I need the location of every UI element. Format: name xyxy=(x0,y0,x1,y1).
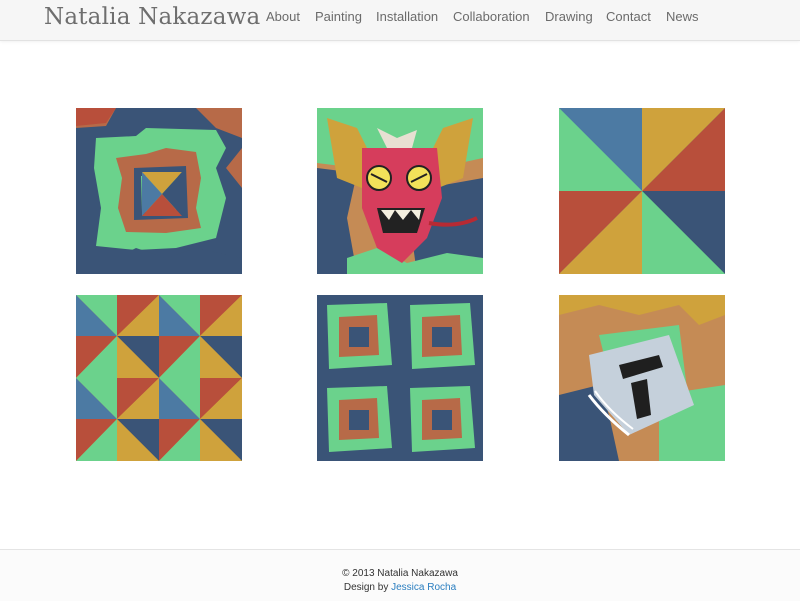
artwork-image-paper xyxy=(559,295,725,461)
nav-installation[interactable]: Installation xyxy=(376,0,438,34)
artwork-thumbnail-2[interactable] xyxy=(317,108,483,274)
artwork-thumbnail-4[interactable] xyxy=(76,295,242,461)
artwork-thumbnail-3[interactable] xyxy=(559,108,725,274)
site-footer: © 2013 Natalia Nakazawa Design by Jessic… xyxy=(0,549,800,601)
nav-contact[interactable]: Contact xyxy=(606,0,651,34)
designer-link[interactable]: Jessica Rocha xyxy=(391,582,456,593)
footer-copyright: © 2013 Natalia Nakazawa xyxy=(342,568,458,579)
footer-design-prefix: Design by xyxy=(343,582,392,593)
nav-about[interactable]: About xyxy=(266,0,300,34)
nav-drawing[interactable]: Drawing xyxy=(545,0,593,34)
main-nav: About Painting Installation Collaboratio… xyxy=(0,0,800,34)
nav-painting[interactable]: Painting xyxy=(315,0,362,34)
artwork-thumbnail-6[interactable] xyxy=(559,295,725,461)
artwork-thumbnail-5[interactable] xyxy=(317,295,483,461)
footer-credit: Design by Jessica Rocha xyxy=(0,582,800,593)
site-header: Natalia Nakazawa About Painting Installa… xyxy=(0,0,800,41)
nav-collaboration[interactable]: Collaboration xyxy=(453,0,530,34)
artwork-image-mask xyxy=(317,108,483,274)
artwork-image-concentric-squares xyxy=(76,108,242,274)
artwork-image-repeated-squares xyxy=(317,295,483,461)
artwork-thumbnail-1[interactable] xyxy=(76,108,242,274)
artwork-image-pinwheel xyxy=(559,108,725,274)
nav-news[interactable]: News xyxy=(666,0,699,34)
artwork-image-triangle-grid xyxy=(76,295,242,461)
